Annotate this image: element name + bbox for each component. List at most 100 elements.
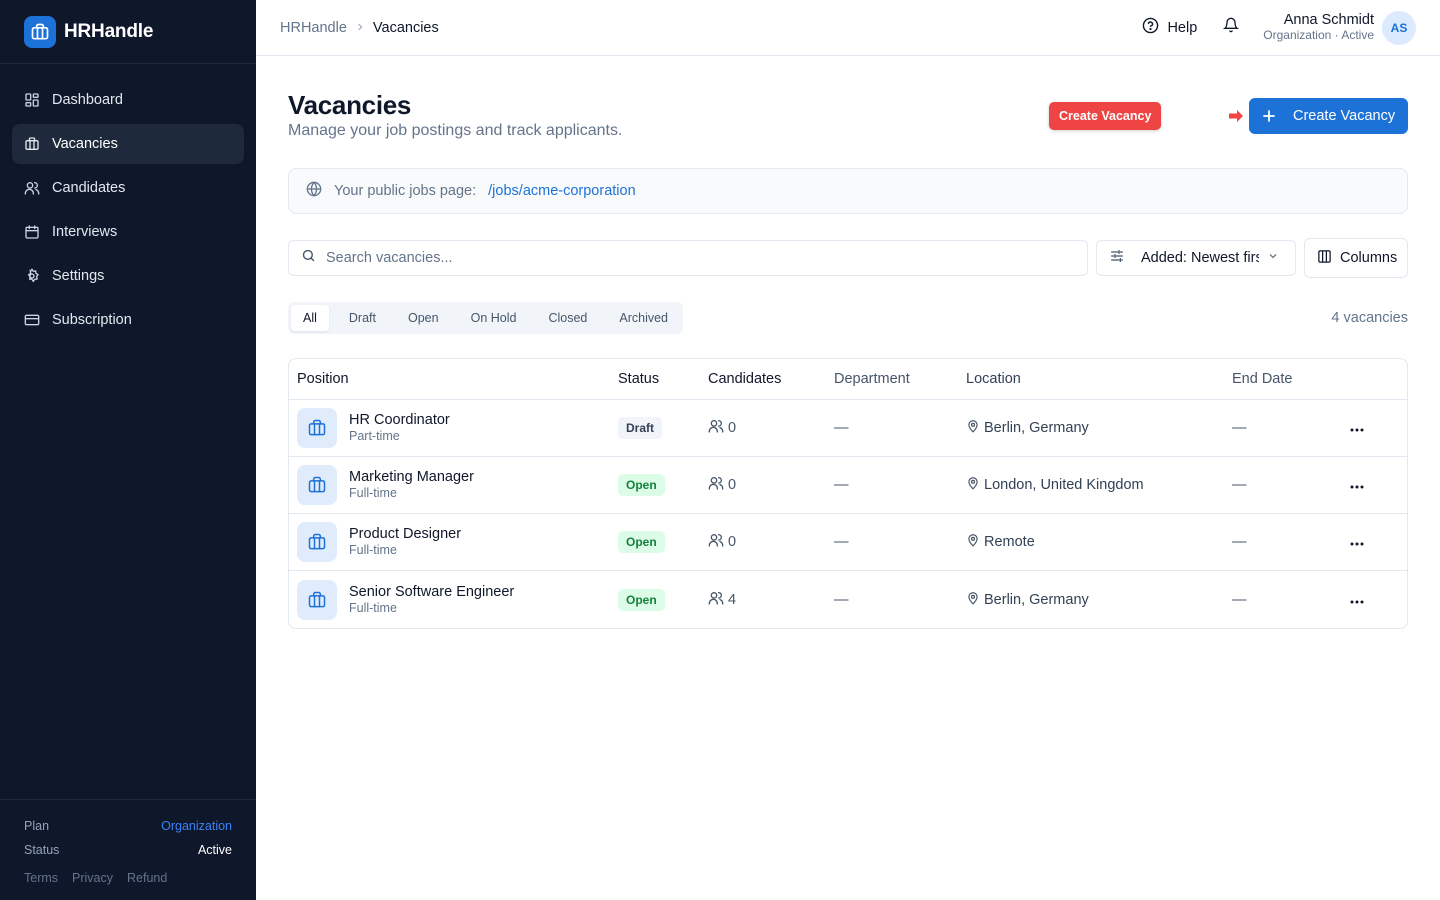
users-icon <box>708 532 724 552</box>
column-header-end-date[interactable]: End Date <box>1232 371 1342 387</box>
column-header-position[interactable]: Position <box>289 371 618 387</box>
column-header-candidates[interactable]: Candidates <box>708 371 834 387</box>
map-pin-icon <box>966 476 980 494</box>
privacy-link[interactable]: Privacy <box>72 871 113 885</box>
sidebar-item-dashboard[interactable]: Dashboard <box>12 80 244 120</box>
sidebar-item-interviews[interactable]: Interviews <box>12 212 244 252</box>
avatar[interactable]: AS <box>1382 10 1416 45</box>
search-box <box>288 240 1088 276</box>
row-actions-button[interactable] <box>1342 477 1372 493</box>
tab-on-hold[interactable]: On Hold <box>459 305 529 331</box>
tab-draft[interactable]: Draft <box>337 305 388 331</box>
table-row[interactable]: Product Designer Full-time Open 0 — Remo… <box>289 514 1407 571</box>
status-tabs: All Draft Open On Hold Closed Archived <box>288 302 684 334</box>
users-icon <box>24 180 40 196</box>
brand[interactable]: HRHandle <box>0 0 256 64</box>
sidebar-footer: Plan Organization Status Active Terms Pr… <box>0 799 256 900</box>
users-icon <box>708 475 724 495</box>
location-text: London, United Kingdom <box>984 477 1144 493</box>
columns-icon <box>1317 249 1332 268</box>
department-cell: — <box>834 591 849 608</box>
map-pin-icon <box>966 419 980 437</box>
tab-all[interactable]: All <box>291 305 329 331</box>
location-cell: Remote <box>966 533 1232 551</box>
status-value: Active <box>197 843 232 857</box>
sidebar-item-label: Candidates <box>52 180 126 196</box>
position-text: HR Coordinator Part-time <box>349 411 450 445</box>
sidebar-item-label: Interviews <box>52 224 118 240</box>
search-input[interactable] <box>326 250 1046 266</box>
position-title[interactable]: Product Designer <box>349 525 461 543</box>
position-text: Marketing Manager Full-time <box>349 468 474 502</box>
table-row[interactable]: HR Coordinator Part-time Draft 0 — Berli… <box>289 400 1407 457</box>
sort-value: Added: Newest first <box>1141 250 1259 266</box>
location-text: Berlin, Germany <box>984 591 1089 608</box>
department-cell: — <box>834 534 849 550</box>
row-actions-button[interactable] <box>1342 534 1372 550</box>
breadcrumb-root[interactable]: HRHandle <box>280 20 347 36</box>
create-vacancy-button[interactable]: Create Vacancy <box>1249 98 1408 134</box>
status-cell: Open <box>618 531 708 553</box>
column-header-status[interactable]: Status <box>618 371 708 387</box>
dashboard-icon <box>24 92 40 108</box>
candidates-cell: 0 <box>708 475 834 495</box>
candidates-cell: 0 <box>708 532 834 552</box>
sidebar-item-settings[interactable]: Settings <box>12 256 244 296</box>
position-title[interactable]: Senior Software Engineer <box>349 583 514 601</box>
plan-value[interactable]: Organization <box>161 819 232 833</box>
tab-archived[interactable]: Archived <box>607 305 680 331</box>
sort-select[interactable]: Added: Newest first <box>1096 240 1296 276</box>
status-row: Status Active <box>24 838 232 862</box>
row-actions-button[interactable] <box>1342 420 1372 436</box>
help-circle-icon <box>1142 17 1159 38</box>
plan-label: Plan <box>24 819 50 833</box>
employment-type: Full-time <box>349 486 397 501</box>
page-subtitle: Manage your job postings and track appli… <box>288 122 623 139</box>
terms-link[interactable]: Terms <box>24 871 58 885</box>
map-pin-icon <box>966 533 980 551</box>
sidebar-item-subscription[interactable]: Subscription <box>12 300 244 340</box>
notifications-button[interactable] <box>1223 17 1240 38</box>
briefcase-icon <box>297 465 337 505</box>
columns-button[interactable]: Columns <box>1304 238 1408 278</box>
location-cell: London, United Kingdom <box>966 476 1232 494</box>
more-horizontal-icon <box>1350 592 1364 608</box>
user-info[interactable]: Anna Schmidt Organization · Active <box>1263 12 1374 42</box>
column-header-department[interactable]: Department <box>834 371 966 387</box>
column-header-location[interactable]: Location <box>966 371 1232 387</box>
status-label: Status <box>24 843 60 857</box>
refund-link[interactable]: Refund <box>127 871 167 885</box>
sidebar-item-candidates[interactable]: Candidates <box>12 168 244 208</box>
row-actions-button[interactable] <box>1342 592 1372 608</box>
table-row[interactable]: Marketing Manager Full-time Open 0 — Lon… <box>289 457 1407 514</box>
annotation-badge: Create Vacancy <box>1049 102 1162 130</box>
public-jobs-link[interactable]: /jobs/acme-corporation <box>488 183 636 199</box>
location-cell: Berlin, Germany <box>966 591 1232 609</box>
tab-closed[interactable]: Closed <box>536 305 599 331</box>
position-title[interactable]: HR Coordinator <box>349 411 450 429</box>
help-button[interactable]: Help <box>1142 17 1197 38</box>
status-badge: Open <box>618 588 665 611</box>
page-title: Vacancies <box>288 90 412 120</box>
more-horizontal-icon <box>1350 534 1364 550</box>
candidate-count: 0 <box>728 477 737 493</box>
tab-open[interactable]: Open <box>396 305 451 331</box>
employment-type: Full-time <box>349 543 397 558</box>
calendar-icon <box>24 224 40 240</box>
briefcase-icon <box>297 579 337 620</box>
end-date-cell: — <box>1232 534 1247 550</box>
sliders-icon <box>1109 248 1125 269</box>
sidebar-item-label: Subscription <box>52 312 132 328</box>
end-date-cell: — <box>1232 420 1247 436</box>
position-cell: Product Designer Full-time <box>289 522 618 562</box>
table-row[interactable]: Senior Software Engineer Full-time Open … <box>289 571 1407 628</box>
position-title[interactable]: Marketing Manager <box>349 468 474 486</box>
columns-label: Columns <box>1340 250 1398 266</box>
sidebar-item-vacancies[interactable]: Vacancies <box>12 124 244 164</box>
brand-name: HRHandle <box>64 20 154 42</box>
plus-icon <box>1263 110 1275 122</box>
users-icon <box>708 418 724 438</box>
vacancies-table: Position Status Candidates Department Lo… <box>288 358 1408 629</box>
sidebar-item-label: Settings <box>52 268 105 284</box>
status-cell: Open <box>618 474 708 496</box>
